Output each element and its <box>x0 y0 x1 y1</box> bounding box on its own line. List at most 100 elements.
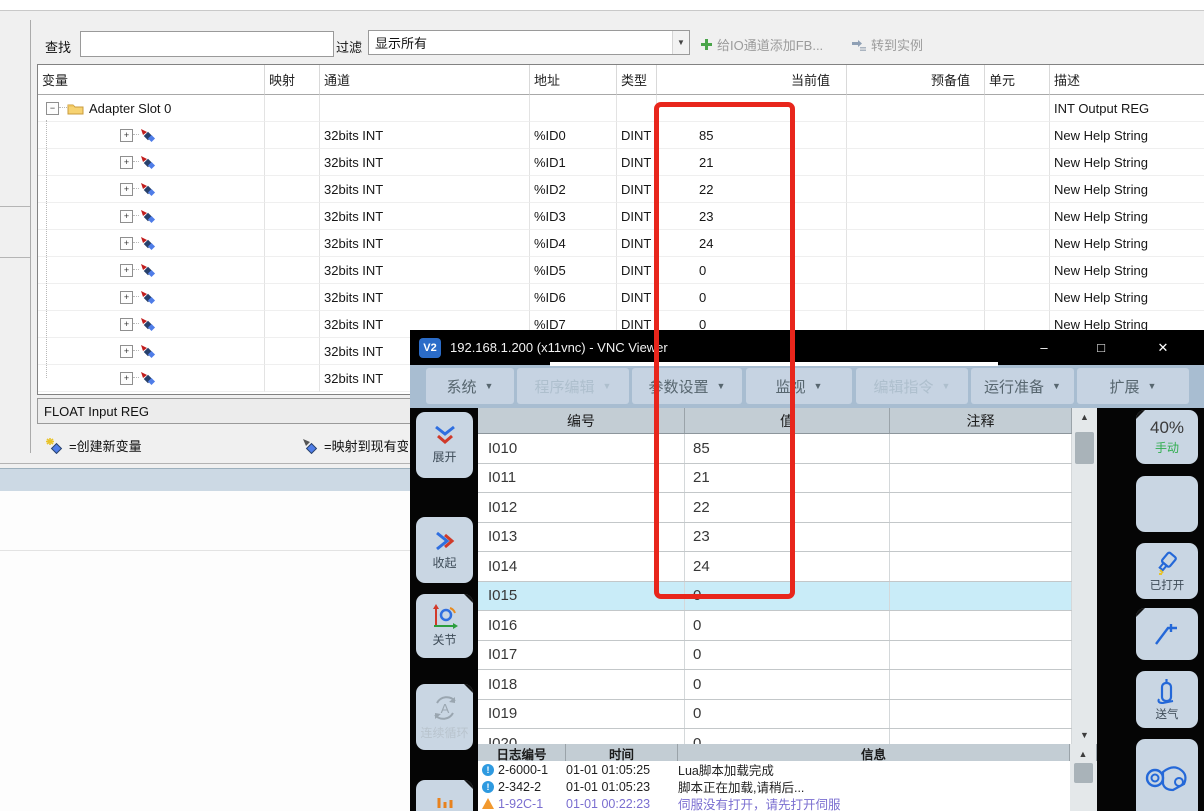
menu-edit-command: 编辑指令▼ <box>856 368 968 404</box>
minimize-button[interactable]: – <box>1023 330 1065 365</box>
filter-dropdown[interactable]: 显示所有 ▼ <box>368 30 690 55</box>
grid-row[interactable]: I0170 <box>478 641 1072 671</box>
torch-open-button[interactable]: 已打开 <box>1136 543 1198 599</box>
col-header-channel[interactable]: 通道 <box>320 65 530 95</box>
mapping-icon <box>139 128 157 143</box>
expand-icon[interactable]: + <box>120 156 133 169</box>
blank-button[interactable] <box>1136 476 1198 532</box>
gas-button[interactable]: 送气 <box>1136 671 1198 728</box>
menu-program-edit: 程序编辑▼ <box>517 368 629 404</box>
channel-cell: 32bits INT <box>320 176 530 203</box>
channel-cell: 32bits INT <box>320 284 530 311</box>
goto-instance-button[interactable]: 转到实例 <box>851 35 923 54</box>
collapse-button[interactable]: 收起 <box>416 517 473 583</box>
close-button[interactable]: ✕ <box>1142 330 1184 365</box>
collapse-expander-icon[interactable]: − <box>46 102 59 115</box>
table-row[interactable]: + 32bits INT %ID6 DINT 0 New Help String <box>38 284 1204 311</box>
expand-icon[interactable]: + <box>120 237 133 250</box>
goto-arrow-icon <box>851 39 866 51</box>
table-row[interactable]: + 32bits INT %ID2 DINT 22 New Help Strin… <box>38 176 1204 203</box>
log-scroll-thumb[interactable] <box>1074 763 1093 783</box>
expand-icon[interactable]: + <box>120 264 133 277</box>
grid-row[interactable]: I0200 <box>478 729 1072 744</box>
channel-cell: 32bits INT <box>320 203 530 230</box>
col-header-description[interactable]: 描述 <box>1050 65 1204 95</box>
description-cell: New Help String <box>1050 284 1204 311</box>
col-header-variable[interactable]: 变量 <box>38 65 265 95</box>
menu-system[interactable]: 系统▼ <box>426 368 514 404</box>
table-row[interactable]: + 32bits INT %ID1 DINT 21 New Help Strin… <box>38 149 1204 176</box>
add-fb-button[interactable]: 给IO通道添加FB... <box>701 35 823 54</box>
grid-scrollbar[interactable]: ▲ ▼ <box>1072 408 1097 744</box>
info-icon: ! <box>482 781 494 793</box>
corner-fold-icon <box>464 684 473 693</box>
partial-bottom-button[interactable] <box>416 780 473 811</box>
log-row[interactable]: 1-92C-1 01-01 00:22:23 伺服没有打开，请先打开伺服 <box>478 795 1070 811</box>
info-icon: ! <box>482 764 494 776</box>
wire-feed-button[interactable] <box>1136 739 1198 811</box>
col-header-prepared-value[interactable]: 预备值 <box>847 65 985 95</box>
expand-icon[interactable]: + <box>120 345 133 358</box>
col-header-address[interactable]: 地址 <box>530 65 617 95</box>
type-cell: DINT <box>617 284 657 311</box>
create-variable-icon <box>45 438 63 454</box>
expand-icon[interactable]: + <box>120 372 133 385</box>
type-cell: DINT <box>617 257 657 284</box>
log-scrollbar[interactable] <box>1070 761 1097 811</box>
type-cell: DINT <box>617 122 657 149</box>
torch-icon <box>1153 550 1181 576</box>
grid-row[interactable]: I0190 <box>478 700 1072 730</box>
table-row[interactable]: + 32bits INT %ID0 DINT 85 New Help Strin… <box>38 122 1204 149</box>
channel-cell: 32bits INT <box>320 257 530 284</box>
type-cell: DINT <box>617 230 657 257</box>
joint-button[interactable]: 关节 <box>416 594 473 658</box>
col-header-unit[interactable]: 单元 <box>985 65 1050 95</box>
mapping-icon <box>139 236 157 251</box>
scroll-down-icon[interactable]: ▼ <box>1072 730 1097 740</box>
search-label: 查找 <box>45 37 71 56</box>
vnc-menu-bar: 系统▼ 程序编辑▼ 参数设置▼ 监视▼ 编辑指令▼ 运行准备▼ 扩展▼ <box>410 365 1204 408</box>
col-header-type[interactable]: 类型 <box>617 65 657 95</box>
filter-value: 显示所有 <box>369 33 672 52</box>
folder-icon <box>67 102 84 115</box>
maximize-button[interactable]: □ <box>1080 330 1122 365</box>
col-header-mapping[interactable]: 映射 <box>265 65 320 95</box>
chevron-down-icon[interactable]: ▼ <box>672 31 689 54</box>
grid-row[interactable]: I0160 <box>478 611 1072 641</box>
expand-icon[interactable]: + <box>120 318 133 331</box>
tool-icon <box>433 790 457 810</box>
menu-extension[interactable]: 扩展▼ <box>1077 368 1189 404</box>
table-row[interactable]: + 32bits INT %ID4 DINT 24 New Help Strin… <box>38 230 1204 257</box>
expand-icon[interactable]: + <box>120 183 133 196</box>
menu-run-prepare[interactable]: 运行准备▼ <box>971 368 1074 404</box>
type-cell: DINT <box>617 149 657 176</box>
map-variable-icon <box>300 438 318 454</box>
corner-fold-icon <box>1136 608 1145 617</box>
address-cell: %ID3 <box>530 203 617 230</box>
type-cell: DINT <box>617 203 657 230</box>
table-row-root[interactable]: − Adapter Slot 0 INT Output REG <box>38 95 1204 122</box>
col-header-current-value[interactable]: 当前值 <box>657 65 847 95</box>
loop-a-icon: A <box>430 693 460 723</box>
grid-col-comment[interactable]: 注释 <box>890 408 1072 433</box>
log-row[interactable]: !2-342-2 01-01 01:05:23 脚本正在加载,请稍后... <box>478 778 1070 795</box>
search-input[interactable] <box>80 31 334 57</box>
expand-icon[interactable]: + <box>120 129 133 142</box>
torch-tool-button[interactable] <box>1136 608 1198 660</box>
expand-icon[interactable]: + <box>120 210 133 223</box>
table-row[interactable]: + 32bits INT %ID3 DINT 23 New Help Strin… <box>38 203 1204 230</box>
legend-create-label: =创建新变量 <box>69 436 142 455</box>
screen: 查找 过滤 显示所有 ▼ 给IO通道添加FB... 转到实例 变量 映射 通道 … <box>0 0 1204 811</box>
log-row[interactable]: !2-6000-1 01-01 01:05:25 Lua脚本加载完成 <box>478 761 1070 778</box>
expand-chevrons-icon <box>432 425 458 447</box>
table-row[interactable]: + 32bits INT %ID5 DINT 0 New Help String <box>38 257 1204 284</box>
scroll-thumb[interactable] <box>1075 432 1094 464</box>
expand-button[interactable]: 展开 <box>416 412 473 478</box>
scroll-up-icon[interactable]: ▲ <box>1072 412 1097 422</box>
grid-row[interactable]: I0180 <box>478 670 1072 700</box>
mapping-icon <box>139 155 157 170</box>
speed-mode-button[interactable]: 40% 手动 <box>1136 410 1198 464</box>
description-cell: New Help String <box>1050 149 1204 176</box>
expand-icon[interactable]: + <box>120 291 133 304</box>
gas-label: 送气 <box>1156 706 1179 722</box>
